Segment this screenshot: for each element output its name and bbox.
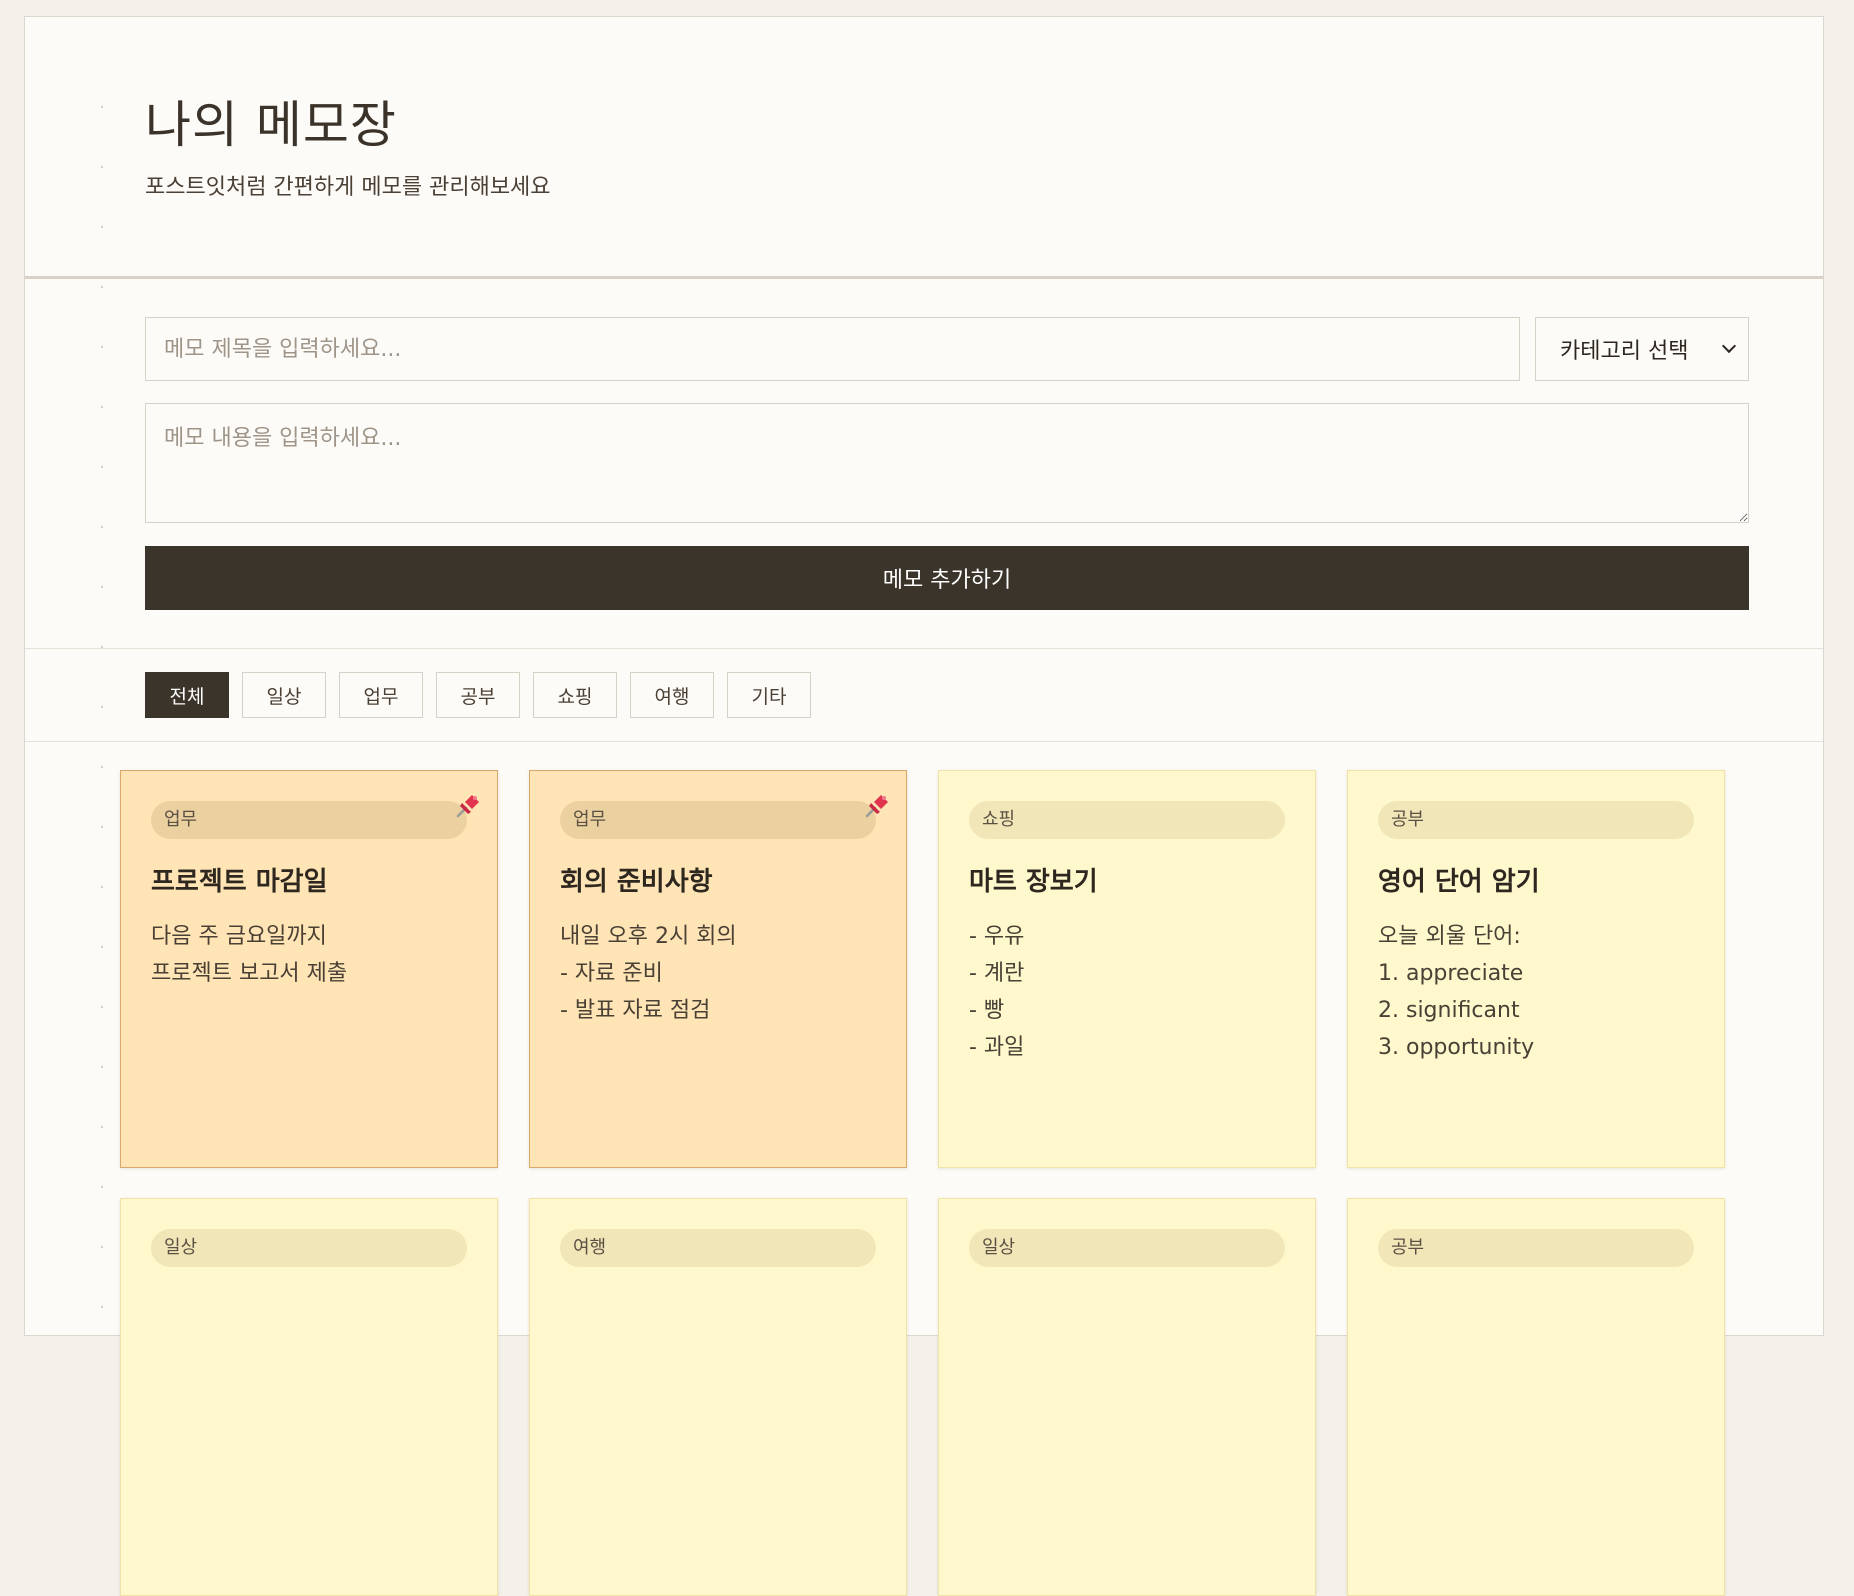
filter-tab-study[interactable]: 공부 (436, 672, 520, 718)
pushpin-icon[interactable] (860, 789, 894, 823)
memo-card[interactable]: 일상 (120, 1198, 498, 1596)
memo-body: 오늘 외울 단어: 1. appreciate 2. significant 3… (1378, 924, 1535, 1060)
memo-card[interactable]: 여행 (529, 1198, 907, 1596)
filter-tab-daily[interactable]: 일상 (242, 672, 326, 718)
memo-category-tag: 여행 (560, 1229, 876, 1267)
filter-tabs: 전체 일상 업무 공부 쇼핑 여행 기타 (145, 672, 811, 718)
memo-title: 영어 단어 암기 (1378, 867, 1540, 897)
memo-card[interactable]: 공부 (1347, 1198, 1725, 1596)
memo-title: 프로젝트 마감일 (151, 867, 328, 897)
memo-card[interactable]: 쇼핑 마트 장보기 - 우유 - 계란 - 빵 - 과일 (938, 770, 1316, 1168)
memo-body: 내일 오후 2시 회의 - 자료 준비 - 발표 자료 점검 (560, 924, 737, 1023)
add-memo-button[interactable]: 메모 추가하기 (145, 546, 1749, 610)
filter-tab-travel[interactable]: 여행 (630, 672, 714, 718)
memo-title: 회의 준비사항 (560, 867, 713, 897)
memo-category-tag: 일상 (151, 1229, 467, 1267)
memo-category-tag: 공부 (1378, 801, 1694, 839)
filter-tab-all[interactable]: 전체 (145, 672, 229, 718)
memo-card[interactable]: 공부 영어 단어 암기 오늘 외울 단어: 1. appreciate 2. s… (1347, 770, 1725, 1168)
filter-tab-etc[interactable]: 기타 (727, 672, 811, 718)
memo-category-tag: 업무 (560, 801, 876, 839)
filter-tab-shopping[interactable]: 쇼핑 (533, 672, 617, 718)
page-subtitle: 포스트잇처럼 간편하게 메모를 관리해보세요 (145, 175, 551, 200)
page-title: 나의 메모장 (145, 96, 397, 154)
chevron-down-icon (1721, 338, 1737, 354)
header: 나의 메모장 포스트잇처럼 간편하게 메모를 관리해보세요 (25, 17, 1823, 279)
memo-title: 마트 장보기 (969, 867, 1098, 897)
memo-title-input[interactable] (145, 317, 1520, 381)
memo-body: 다음 주 금요일까지 프로젝트 보고서 제출 (151, 924, 348, 986)
filter-bar: 전체 일상 업무 공부 쇼핑 여행 기타 (25, 649, 1823, 742)
pushpin-icon[interactable] (451, 789, 485, 823)
memo-category-tag: 쇼핑 (969, 801, 1285, 839)
memo-body: - 우유 - 계란 - 빵 - 과일 (969, 924, 1025, 1060)
memo-category-tag: 공부 (1378, 1229, 1694, 1267)
memo-category-tag: 업무 (151, 801, 467, 839)
memo-card[interactable]: 업무 프로젝트 마감일 다음 주 금요일까지 프로젝트 보고서 제출 (120, 770, 498, 1168)
memo-card[interactable]: 업무 회의 준비사항 내일 오후 2시 회의 - 자료 준비 - 발표 자료 점… (529, 770, 907, 1168)
filter-tab-work[interactable]: 업무 (339, 672, 423, 718)
category-select[interactable]: 카테고리 선택 (1535, 317, 1749, 381)
category-select-value: 카테고리 선택 (1560, 339, 1689, 364)
memo-form: 카테고리 선택 메모 추가하기 (25, 279, 1823, 649)
memo-content-input[interactable] (145, 403, 1749, 523)
memo-category-tag: 일상 (969, 1229, 1285, 1267)
memo-grid: 업무 프로젝트 마감일 다음 주 금요일까지 프로젝트 보고서 제출 업무 회의… (120, 770, 1725, 1596)
memo-card[interactable]: 일상 (938, 1198, 1316, 1596)
